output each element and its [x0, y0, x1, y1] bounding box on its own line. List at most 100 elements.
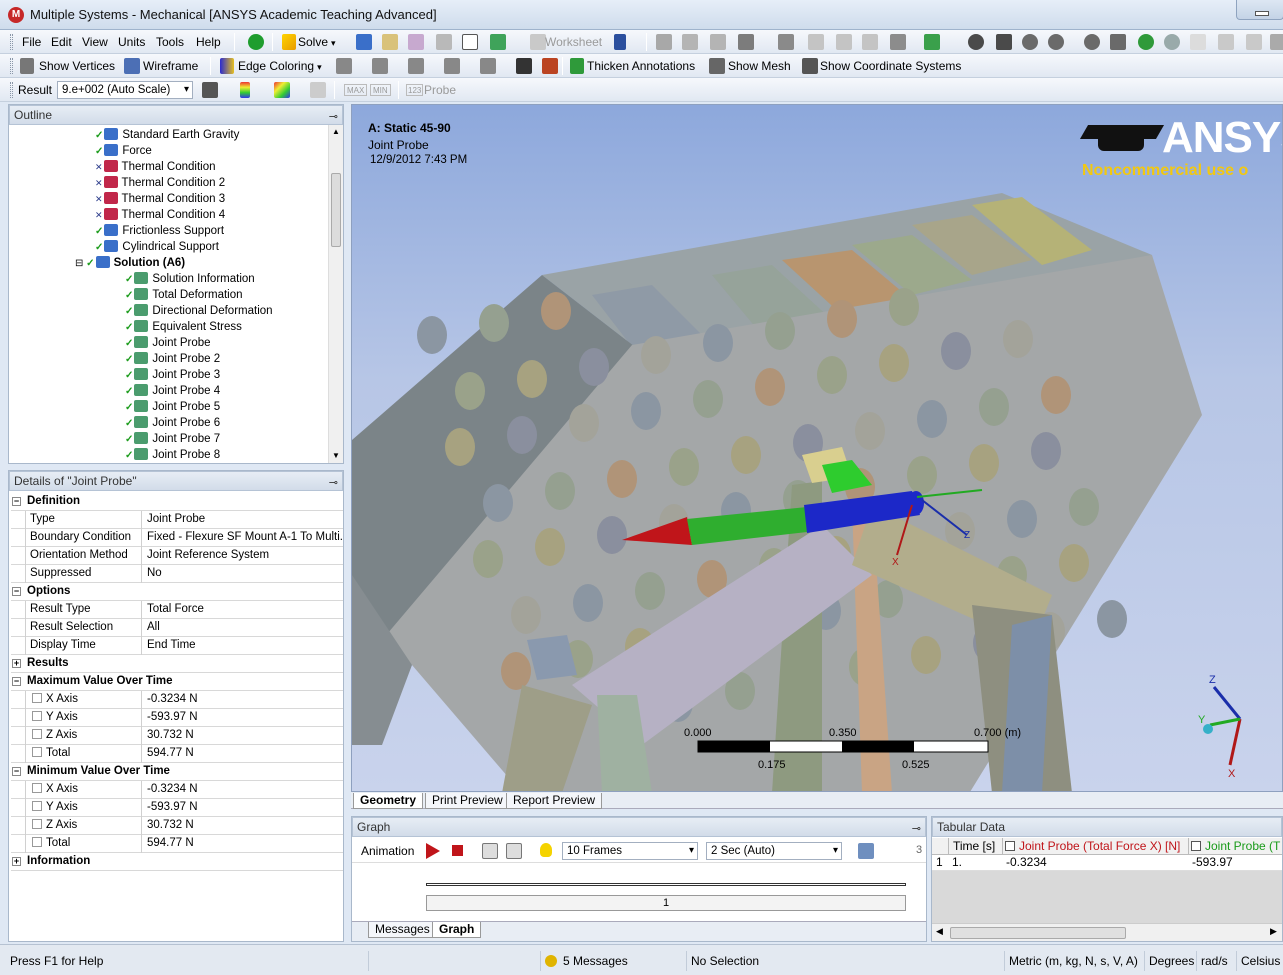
details-row[interactable]: Y Axis -593.97 N [11, 799, 343, 817]
details-group[interactable]: + Information [11, 853, 343, 871]
edge-style-2-icon[interactable] [372, 58, 388, 74]
details-row[interactable]: Type Joint Probe [11, 511, 343, 529]
column-header-time[interactable]: Time [s] [948, 838, 1000, 854]
lightbulb-icon[interactable] [540, 843, 552, 857]
scroll-right-icon[interactable]: ▶ [1270, 926, 1277, 937]
collapse-icon[interactable]: − [12, 587, 21, 596]
outline-item[interactable]: ✓ Joint Probe 3 [125, 367, 220, 383]
outline-item[interactable]: ✓ Joint Probe 7 [125, 431, 220, 447]
pin-icon[interactable]: ⊸ [912, 820, 921, 839]
zoom-fit-icon[interactable] [1084, 34, 1100, 50]
tab-print-preview[interactable]: Print Preview [425, 793, 510, 809]
details-row[interactable]: Z Axis 30.732 N [11, 817, 343, 835]
thicken-icon[interactable] [570, 58, 584, 74]
outline-item[interactable]: ✓ Joint Probe 5 [125, 399, 220, 415]
parameter-checkbox[interactable] [32, 729, 42, 739]
status-angle-units[interactable]: Degrees [1144, 951, 1194, 971]
minimize-button[interactable] [1236, 0, 1283, 20]
details-row-value[interactable]: No [143, 565, 343, 583]
status-messages[interactable]: 5 Messages [540, 951, 628, 971]
outline-item[interactable]: ✓ Directional Deformation [125, 303, 273, 319]
details-row-value[interactable]: 30.732 N [143, 727, 343, 745]
show-mesh-button[interactable]: Show Mesh [728, 58, 791, 74]
table-row[interactable]: 1 1. -0.3234 -593.97 [932, 855, 1282, 871]
image-icon[interactable] [408, 34, 424, 50]
zoom-window-icon[interactable] [1110, 34, 1126, 50]
details-row-value[interactable]: -0.3234 N [143, 781, 343, 799]
outline-item[interactable]: ⊟ ✓ Solution (A6) [75, 255, 185, 271]
coordinate-triad[interactable]: Z Y X [1198, 674, 1242, 780]
select-mode-icon[interactable] [738, 34, 754, 50]
wireframe-icon[interactable] [124, 58, 140, 74]
expand-icon[interactable]: + [12, 857, 21, 866]
details-row[interactable]: Z Axis 30.732 N [11, 727, 343, 745]
details-row-value[interactable]: Joint Reference System [143, 547, 343, 565]
scroll-thumb[interactable] [950, 927, 1126, 939]
select-icon-2[interactable] [682, 34, 698, 50]
worksheet-button[interactable]: Worksheet [545, 34, 602, 50]
details-row[interactable]: X Axis -0.3234 N [11, 781, 343, 799]
details-row-value[interactable]: 30.732 N [143, 817, 343, 835]
cube-select-icon[interactable] [924, 34, 940, 50]
outline-item[interactable]: ✓ Joint Probe [125, 335, 211, 351]
details-row-value[interactable]: Joint Probe [143, 511, 343, 529]
status-angular-velocity-units[interactable]: rad/s [1196, 951, 1228, 971]
outline-item[interactable]: ✓ Joint Probe 4 [125, 383, 220, 399]
tabular-hscrollbar[interactable]: ◀ ▶ [932, 923, 1282, 941]
checkbox-force-t[interactable] [1191, 841, 1201, 851]
status-temperature-units[interactable]: Celsius [1236, 951, 1280, 971]
details-group[interactable]: − Maximum Value Over Time [11, 673, 343, 691]
menu-view[interactable]: View [82, 34, 108, 50]
outline-item[interactable]: ✕ Thermal Condition 2 [95, 175, 225, 191]
details-row-value[interactable]: End Time [143, 637, 343, 655]
thicken-annotations-button[interactable]: Thicken Annotations [587, 58, 695, 74]
outline-item[interactable]: ✓ Frictionless Support [95, 223, 224, 239]
collapse-icon[interactable]: − [12, 767, 21, 776]
collapse-icon[interactable]: − [12, 497, 21, 506]
arrow-tool-icon[interactable] [516, 58, 532, 74]
parameter-checkbox[interactable] [32, 693, 42, 703]
model-canvas[interactable]: Z X Z Y X [352, 105, 1283, 792]
details-row[interactable]: Display Time End Time [11, 637, 343, 655]
outline-item[interactable]: ✕ Thermal Condition [95, 159, 216, 175]
outline-item[interactable]: ✓ Total Deformation [125, 287, 243, 303]
edge-style-4-icon[interactable] [444, 58, 460, 74]
face-select-icon[interactable] [862, 34, 878, 50]
outline-scrollbar[interactable]: ▲ ▼ [328, 125, 343, 463]
column-header-force-x[interactable]: Joint Probe (Total Force X) [N] [1002, 838, 1188, 854]
outline-item[interactable]: ✕ Thermal Condition 3 [95, 191, 225, 207]
collapse-icon[interactable]: ⊟ [75, 258, 86, 269]
parameter-checkbox[interactable] [32, 801, 42, 811]
outline-item[interactable]: ✓ Joint Probe 2 [125, 351, 220, 367]
outline-item[interactable]: ✓ Joint Probe 6 [125, 415, 220, 431]
outline-item[interactable]: ✓ Solution Information [125, 271, 255, 287]
timeline-track[interactable] [426, 883, 906, 886]
parameter-checkbox[interactable] [32, 747, 42, 757]
max-button[interactable]: MAX [344, 84, 368, 96]
magnifier-icon[interactable] [1164, 34, 1180, 50]
checkbox-force-x[interactable] [1005, 841, 1015, 851]
solve-button[interactable]: Solve [298, 34, 336, 50]
column-header-force-t[interactable]: Joint Probe (T [1188, 838, 1282, 854]
scroll-thumb[interactable] [331, 173, 341, 247]
zoom-icon[interactable] [1022, 34, 1038, 50]
graphics-viewport[interactable]: Z X Z Y X A: Static 45-90 Joint Probe 12… [351, 104, 1283, 792]
wireframe-button[interactable]: Wireframe [143, 58, 198, 74]
edges-display-icon[interactable] [310, 82, 326, 98]
details-group[interactable]: + Results [11, 655, 343, 673]
parameter-checkbox[interactable] [32, 837, 42, 847]
edge-coloring-icon[interactable] [220, 58, 234, 74]
details-row[interactable]: Suppressed No [11, 565, 343, 583]
details-group[interactable]: − Options [11, 583, 343, 601]
tab-graph[interactable]: Graph [432, 922, 482, 938]
next-view-icon[interactable] [1246, 34, 1262, 50]
lightning-icon[interactable] [282, 34, 296, 50]
abc-icon[interactable] [382, 34, 398, 50]
vertex-select-icon[interactable] [808, 34, 824, 50]
frames-bars-icon[interactable] [506, 843, 522, 859]
tab-geometry[interactable]: Geometry [353, 793, 424, 809]
select-type-icon[interactable] [778, 34, 794, 50]
parameter-checkbox[interactable] [32, 819, 42, 829]
result-scale-select[interactable]: 9.e+002 (Auto Scale) [57, 81, 193, 99]
min-button[interactable]: MIN [370, 84, 391, 96]
